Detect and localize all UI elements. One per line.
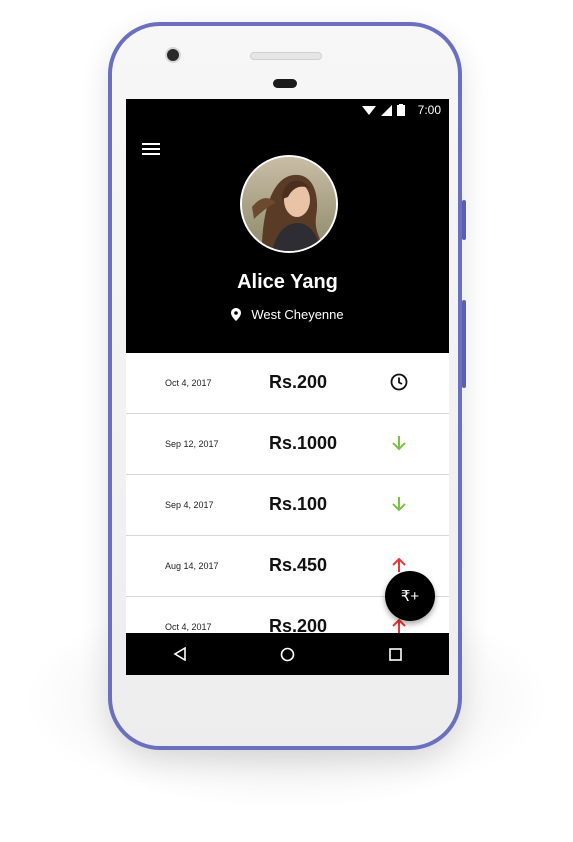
transaction-amount: Rs.1000 (269, 433, 338, 453)
add-money-fab[interactable]: ₹+ (385, 571, 435, 621)
transaction-amount: Rs.450 (269, 555, 328, 575)
transaction-date: Aug 14, 2017 (165, 561, 219, 571)
profile-location: West Cheyenne (126, 307, 449, 322)
speaker-grille (250, 52, 322, 60)
transaction-date: Sep 4, 2017 (165, 500, 214, 510)
arrow-down-icon (392, 497, 406, 512)
wifi-icon (362, 105, 376, 115)
transaction-row[interactable]: Sep 4, 2017 Rs.100 (126, 475, 449, 536)
transaction-row[interactable]: Sep 12, 2017 Rs.1000 (126, 414, 449, 475)
recents-square-icon (388, 647, 402, 661)
transaction-date: Oct 4, 2017 (165, 622, 212, 632)
phone-body: 7:00 Alice Yang West Cheyenne Oct 4, 201… (112, 26, 458, 746)
home-circle-icon (280, 647, 295, 661)
rupee-plus-icon: ₹+ (400, 588, 420, 605)
location-pin-icon (231, 308, 242, 321)
status-icons (362, 104, 405, 116)
signal-icon (381, 104, 392, 116)
home-button[interactable] (272, 639, 302, 669)
volume-button (462, 200, 466, 240)
phone-frame: 7:00 Alice Yang West Cheyenne Oct 4, 201… (108, 22, 466, 750)
earpiece (273, 79, 297, 88)
transaction-date: Sep 12, 2017 (165, 439, 219, 449)
clock-icon (390, 373, 408, 391)
status-bar: 7:00 (126, 99, 449, 121)
power-button (462, 300, 466, 388)
status-time: 7:00 (417, 103, 441, 117)
front-camera (165, 47, 181, 63)
avatar (240, 155, 338, 253)
transaction-amount: Rs.200 (269, 372, 328, 392)
recents-button[interactable] (380, 639, 410, 669)
location-text: West Cheyenne (251, 307, 344, 322)
profile-header: 7:00 Alice Yang West Cheyenne (126, 99, 449, 353)
back-triangle-icon (173, 647, 186, 661)
android-nav-bar (126, 633, 449, 675)
transaction-date: Oct 4, 2017 (165, 378, 212, 388)
transaction-amount: Rs.100 (269, 494, 328, 514)
app-screen: 7:00 Alice Yang West Cheyenne Oct 4, 201… (126, 99, 449, 675)
hamburger-menu-icon[interactable] (142, 143, 160, 157)
arrow-down-icon (392, 436, 406, 451)
transaction-row[interactable]: Oct 4, 2017 Rs.200 (126, 353, 449, 414)
transaction-amount: Rs.200 (269, 616, 328, 633)
back-button[interactable] (165, 639, 195, 669)
profile-name: Alice Yang (237, 271, 338, 293)
battery-icon (397, 104, 405, 116)
